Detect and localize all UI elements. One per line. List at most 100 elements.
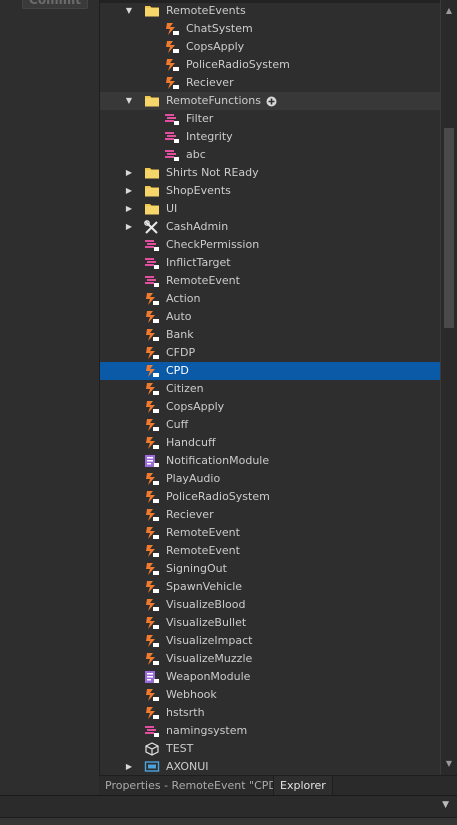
- scroll-down-icon[interactable]: ▼: [441, 757, 457, 771]
- remote-event-icon: [144, 634, 160, 648]
- tree-item-label: Shirts Not REady: [166, 166, 259, 179]
- remote-event-icon: [144, 508, 160, 522]
- tree-item-abc[interactable]: abc: [100, 146, 440, 164]
- scroll-thumb[interactable]: [444, 128, 454, 328]
- remote-function-icon: [164, 112, 180, 126]
- chevron-down-icon[interactable]: ▼: [442, 800, 449, 810]
- tree-item-label: CFDP: [166, 346, 196, 359]
- tree-item-remoteevent[interactable]: RemoteEvent: [100, 272, 440, 290]
- folder-icon: [144, 202, 160, 216]
- remote-event-icon: [144, 652, 160, 666]
- tree-item-policeradiosystem[interactable]: PoliceRadioSystem: [100, 488, 440, 506]
- chevron-right-icon[interactable]: ▶: [124, 200, 134, 218]
- tree-item-test[interactable]: TEST: [100, 740, 440, 758]
- tree-item-label: SigningOut: [166, 562, 227, 575]
- remote-event-icon: [144, 328, 160, 342]
- tree-item-label: VisualizeImpact: [166, 634, 253, 647]
- tree-item-notificationmodule[interactable]: NotificationModule: [100, 452, 440, 470]
- remote-event-icon: [164, 58, 180, 72]
- tree-item-label: CashAdmin: [166, 220, 229, 233]
- remote-event-icon: [144, 598, 160, 612]
- tree-item-label: namingsystem: [166, 724, 248, 737]
- tree-item-integrity[interactable]: Integrity: [100, 128, 440, 146]
- tree-item-playaudio[interactable]: PlayAudio: [100, 470, 440, 488]
- chevron-right-icon[interactable]: ▶: [124, 164, 134, 182]
- tree-item-policeradiosystem[interactable]: PoliceRadioSystem: [100, 56, 440, 74]
- tree-item-cpd[interactable]: CPD: [100, 362, 440, 380]
- tree-item-copsapply[interactable]: CopsApply: [100, 38, 440, 56]
- tree-item-inflicttarget[interactable]: InflictTarget: [100, 254, 440, 272]
- tree-item-shirts-not-ready[interactable]: ▶ Shirts Not REady: [100, 164, 440, 182]
- tree-item-citizen[interactable]: Citizen: [100, 380, 440, 398]
- tree-item-label: ChatSystem: [186, 22, 253, 35]
- tree-item-label: CheckPermission: [166, 238, 260, 251]
- remote-event-icon: [164, 40, 180, 54]
- chevron-down-icon[interactable]: ▼: [124, 92, 134, 110]
- tree-item-visualizebullet[interactable]: VisualizeBullet: [100, 614, 440, 632]
- tree-item-reciever[interactable]: Reciever: [100, 506, 440, 524]
- tree-item-label: VisualizeBlood: [166, 598, 246, 611]
- scroll-up-icon[interactable]: ▲: [441, 4, 457, 18]
- tree-item-checkpermission[interactable]: CheckPermission: [100, 236, 440, 254]
- tree-item-label: RemoteEvent: [166, 544, 240, 557]
- tree-item-label: Citizen: [166, 382, 204, 395]
- vertical-scrollbar[interactable]: ▲ ▼: [440, 0, 457, 775]
- chevron-right-icon[interactable]: ▶: [124, 182, 134, 200]
- tree-item-bank[interactable]: Bank: [100, 326, 440, 344]
- tree-item-label: RemoteFunctions: [166, 94, 261, 107]
- tree-item-filter[interactable]: Filter: [100, 110, 440, 128]
- remote-event-icon: [144, 382, 160, 396]
- tree-item-weaponmodule[interactable]: WeaponModule: [100, 668, 440, 686]
- tree-item-copsapply[interactable]: CopsApply: [100, 398, 440, 416]
- bottom-strip: [0, 817, 457, 825]
- tree-item-cashadmin[interactable]: ▶ CashAdmin: [100, 218, 440, 236]
- tree-item-shopevents[interactable]: ▶ ShopEvents: [100, 182, 440, 200]
- remote-event-icon: [144, 418, 160, 432]
- remote-event-icon: [144, 292, 160, 306]
- tree-item-label: abc: [186, 148, 206, 161]
- tree-item-cuff[interactable]: Cuff: [100, 416, 440, 434]
- commit-button[interactable]: Commit: [22, 0, 88, 9]
- tree-item-chatsystem[interactable]: ChatSystem: [100, 20, 440, 38]
- remote-event-icon: [144, 310, 160, 324]
- screen-gui-icon: [144, 760, 160, 774]
- chevron-right-icon[interactable]: ▶: [124, 218, 134, 236]
- tree-item-handcuff[interactable]: Handcuff: [100, 434, 440, 452]
- tree-item-webhook[interactable]: Webhook: [100, 686, 440, 704]
- tree-item-remoteevent[interactable]: RemoteEvent: [100, 542, 440, 560]
- tree-item-label: PlayAudio: [166, 472, 221, 485]
- add-object-icon[interactable]: [266, 95, 277, 107]
- tree-item-visualizemuzzle[interactable]: VisualizeMuzzle: [100, 650, 440, 668]
- tree-item-reciever[interactable]: Reciever: [100, 74, 440, 92]
- chevron-right-icon[interactable]: ▶: [124, 758, 134, 775]
- tree-item-signingout[interactable]: SigningOut: [100, 560, 440, 578]
- remote-function-icon: [144, 724, 160, 738]
- tree-item-label: RemoteEvent: [166, 526, 240, 539]
- chevron-down-icon[interactable]: ▼: [124, 2, 134, 20]
- tree-item-label: Action: [166, 292, 201, 305]
- tree-item-remoteevents[interactable]: ▼ RemoteEvents: [100, 2, 440, 20]
- remote-event-icon: [144, 400, 160, 414]
- tree-item-remotefunctions[interactable]: ▼ RemoteFunctions: [100, 92, 440, 110]
- tree-item-label: NotificationModule: [166, 454, 270, 467]
- tree-item-label: PoliceRadioSystem: [186, 58, 290, 71]
- tree-item-auto[interactable]: Auto: [100, 308, 440, 326]
- tree-item-action[interactable]: Action: [100, 290, 440, 308]
- remote-event-icon: [144, 490, 160, 504]
- tree-item-hstsrth[interactable]: hstsrth: [100, 704, 440, 722]
- remote-event-icon: [164, 76, 180, 90]
- tab-properties[interactable]: Properties - RemoteEvent "CPD": [99, 776, 288, 795]
- tree-item-cfdp[interactable]: CFDP: [100, 344, 440, 362]
- tree-item-ui[interactable]: ▶ UI: [100, 200, 440, 218]
- tree-item-label: hstsrth: [166, 706, 205, 719]
- tree-item-spawnvehicle[interactable]: SpawnVehicle: [100, 578, 440, 596]
- tree-item-axonui[interactable]: ▶ AXONUI: [100, 758, 440, 775]
- tree-item-remoteevent[interactable]: RemoteEvent: [100, 524, 440, 542]
- tools-icon: [144, 220, 160, 234]
- tab-explorer[interactable]: Explorer: [273, 776, 333, 795]
- tree-item-label: RemoteEvents: [166, 4, 246, 17]
- tree-item-namingsystem[interactable]: namingsystem: [100, 722, 440, 740]
- tree-item-visualizeblood[interactable]: VisualizeBlood: [100, 596, 440, 614]
- remote-event-icon: [144, 688, 160, 702]
- tree-item-visualizeimpact[interactable]: VisualizeImpact: [100, 632, 440, 650]
